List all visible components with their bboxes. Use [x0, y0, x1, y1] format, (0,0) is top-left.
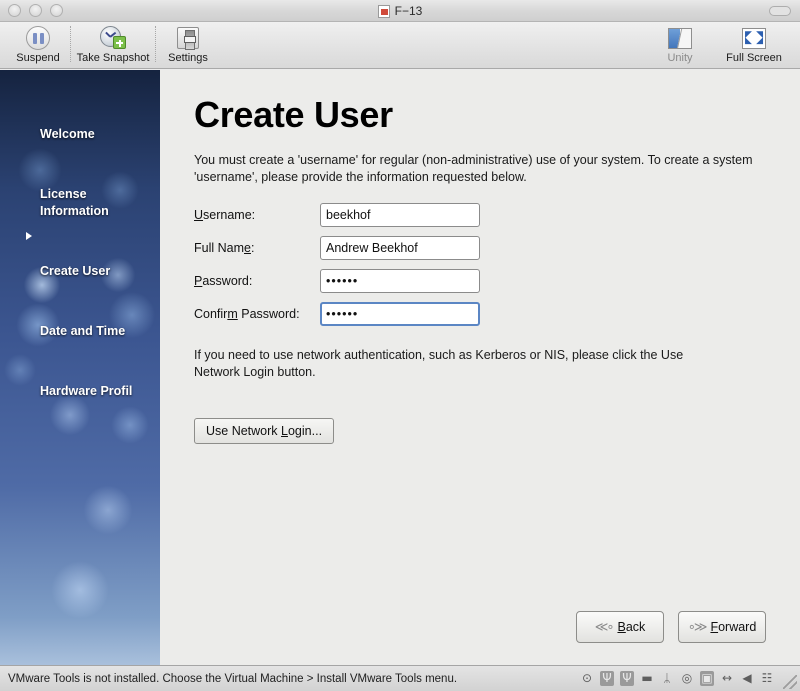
current-step-marker-icon [26, 232, 32, 240]
sidebar-item-label: Create User [40, 264, 111, 278]
confirm-password-input[interactable] [320, 301, 480, 326]
resize-grip[interactable] [783, 675, 797, 689]
toolbar-left-group: Suspend Take Snapshot Settings [6, 22, 220, 64]
page-title: Create User [194, 94, 393, 135]
take-snapshot-button[interactable]: Take Snapshot [71, 22, 155, 64]
forward-arrow-icon: ∘≫ [687, 619, 708, 635]
use-network-login-button[interactable]: Use Network Login... [194, 418, 335, 444]
sound-icon[interactable]: ◀ [740, 671, 754, 686]
password-input[interactable] [320, 268, 480, 293]
sidebar-item-date-and-time[interactable]: Date and Time [26, 289, 156, 340]
window-title: F−13 [394, 4, 423, 18]
wizard-navigation: ≪∘ Back ∘≫ Forward [576, 611, 766, 643]
create-user-form: Username: Full Name: Password: Confirm P… [194, 198, 480, 330]
vmware-fusion-window: F−13 Suspend Take Snapshot Settings Unit… [0, 0, 800, 691]
usb-icon-1[interactable]: Ψ [600, 671, 614, 686]
camera-icon[interactable]: ⊙ [580, 671, 594, 686]
settings-button[interactable]: Settings [156, 22, 220, 64]
unity-button[interactable]: Unity [648, 22, 712, 64]
suspend-label: Suspend [16, 52, 60, 64]
take-snapshot-icon [100, 25, 126, 51]
status-device-icons: ⊙ Ψ Ψ ▬ ᛦ ◎ ▣ ↔ ◀ ☷ [580, 671, 774, 686]
sidebar-item-hardware-profile[interactable]: Hardware Profil [26, 349, 156, 400]
status-bar: VMware Tools is not installed. Choose th… [0, 665, 800, 691]
sidebar-item-license-information[interactable]: License Information [26, 152, 156, 220]
firstboot-sidebar: Welcome License Information Create User … [0, 70, 160, 665]
confirm-password-label: Confirm Password: [194, 306, 300, 321]
toolbar-toggle-button[interactable] [769, 6, 791, 16]
form-row-confirm-password: Confirm Password: [194, 297, 480, 330]
vm-toolbar: Suspend Take Snapshot Settings Unity ◤ ◥… [0, 22, 800, 69]
form-row-username: Username: [194, 198, 480, 231]
sidebar-item-label: Welcome [40, 127, 95, 141]
status-message: VMware Tools is not installed. Choose th… [8, 672, 458, 685]
settings-label: Settings [168, 52, 208, 64]
form-row-password: Password: [194, 264, 480, 297]
sidebar-item-create-user[interactable]: Create User [26, 229, 156, 280]
page-description: You must create a 'username' for regular… [194, 153, 753, 184]
full-name-input[interactable] [320, 235, 480, 260]
firstboot-content: Create User You must create a 'username'… [160, 70, 800, 665]
guest-screen: Welcome License Information Create User … [0, 70, 800, 665]
forward-button[interactable]: ∘≫ Forward [678, 611, 766, 643]
full-screen-button[interactable]: ◤ ◥ ◣ ◢ Full Screen [712, 22, 796, 64]
usb-icon-2[interactable]: Ψ [620, 671, 634, 686]
toolbar-right-group: Unity ◤ ◥ ◣ ◢ Full Screen [648, 22, 796, 64]
printer-icon[interactable]: ☷ [760, 671, 774, 686]
unity-icon [668, 25, 692, 51]
username-input[interactable] [320, 202, 480, 227]
sidebar-item-label: Hardware Profil [40, 384, 133, 398]
cd-drive-icon[interactable]: ◎ [680, 671, 694, 686]
password-label: Password: [194, 273, 253, 288]
back-button[interactable]: ≪∘ Back [576, 611, 664, 643]
window-title-group: F−13 [0, 0, 800, 22]
window-titlebar: F−13 [0, 0, 800, 22]
firstboot-steps: Welcome License Information Create User … [26, 92, 156, 409]
network-icon[interactable]: ↔ [720, 671, 734, 686]
take-snapshot-label: Take Snapshot [76, 52, 150, 64]
settings-icon [177, 25, 199, 51]
bluetooth-icon[interactable]: ᛦ [660, 671, 674, 686]
back-arrow-icon: ≪∘ [594, 619, 615, 635]
username-label: Username: [194, 207, 256, 222]
sidebar-item-welcome[interactable]: Welcome [26, 92, 156, 143]
hard-disk-icon[interactable]: ▣ [700, 671, 714, 686]
form-row-full-name: Full Name: [194, 231, 480, 264]
suspend-icon [26, 25, 50, 51]
forward-button-label: Forward [710, 620, 757, 634]
network-auth-note: If you need to use network authenticatio… [194, 348, 684, 379]
suspend-button[interactable]: Suspend [6, 22, 70, 64]
floppy-icon[interactable]: ▬ [640, 671, 654, 686]
vm-document-icon [377, 4, 390, 18]
sidebar-item-label: Date and Time [40, 324, 126, 338]
full-screen-icon: ◤ ◥ ◣ ◢ [742, 25, 766, 51]
back-button-label: Back [617, 620, 646, 634]
sidebar-item-label: License Information [40, 187, 109, 218]
full-screen-label: Full Screen [726, 52, 782, 64]
unity-label: Unity [667, 52, 693, 64]
full-name-label: Full Name: [194, 240, 255, 255]
